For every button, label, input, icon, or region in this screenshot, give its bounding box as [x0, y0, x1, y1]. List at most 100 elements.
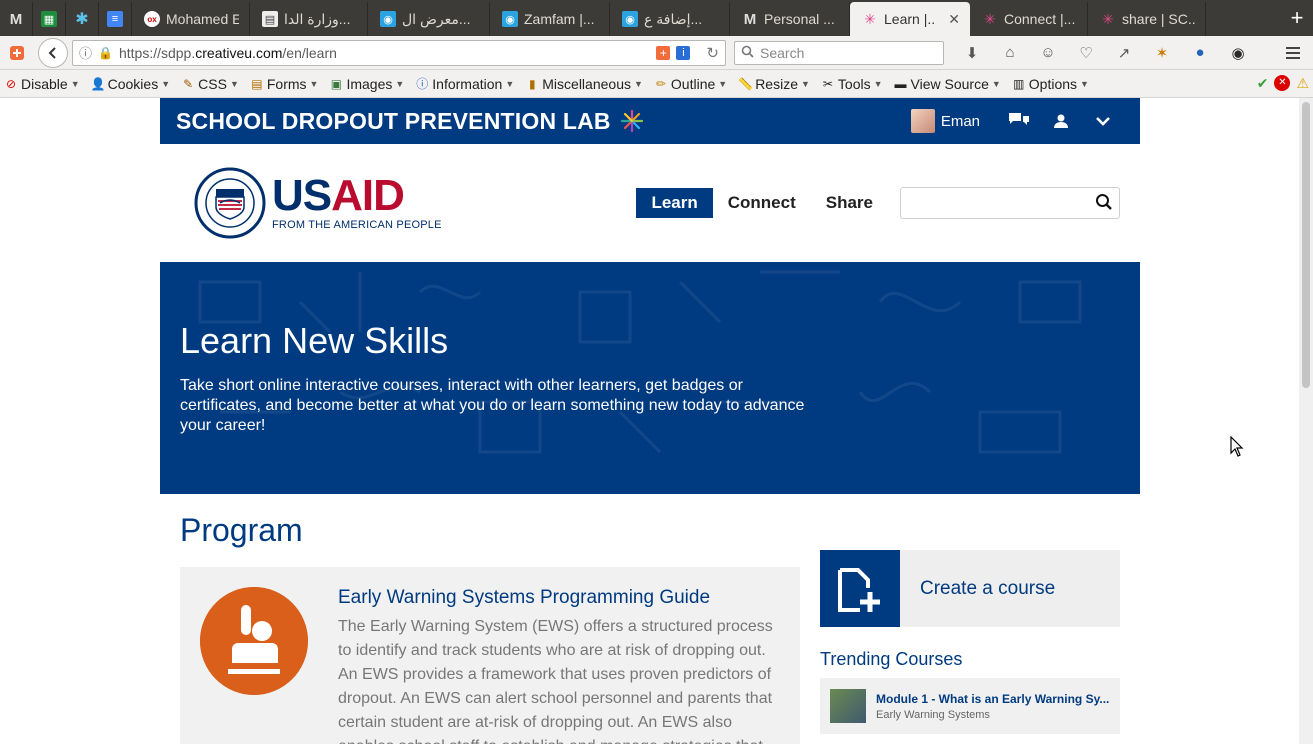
- dev-menu-view-source[interactable]: ▬ View Source ▼: [894, 76, 1001, 92]
- tab-pinned-asterisk[interactable]: ✱: [66, 2, 99, 36]
- nav-learn[interactable]: Learn: [636, 188, 713, 218]
- dev-menu-cookies[interactable]: 👤 Cookies ▼: [91, 76, 171, 92]
- gmail-icon: M: [743, 10, 757, 28]
- tab-title: Learn |...: [884, 11, 935, 27]
- hero-description: Take short online interactive courses, i…: [180, 377, 805, 434]
- tab-add[interactable]: ◉ إضافة ع...: [610, 2, 730, 36]
- chevron-down-icon: ▼: [1080, 78, 1089, 89]
- hamburger-menu-icon[interactable]: [1279, 39, 1307, 67]
- dev-menu-label: Tools: [837, 75, 871, 92]
- site-name[interactable]: SCHOOL DROPOUT PREVENTION LAB: [176, 108, 611, 135]
- dev-menu-tools[interactable]: ✂ Tools ▼: [821, 76, 883, 92]
- dev-menu-forms[interactable]: ▤ Forms ▼: [250, 76, 319, 92]
- new-tab-button[interactable]: +: [1281, 2, 1313, 36]
- url-scheme: https://sdpp.: [118, 44, 196, 61]
- chevron-down-icon: ▼: [505, 78, 515, 89]
- chevron-down-icon: ▼: [309, 78, 319, 89]
- logo-word-aid: AID: [331, 171, 405, 220]
- tab-ministry[interactable]: ▤ وزارة الدا...: [250, 2, 368, 36]
- wand-icon[interactable]: ↗: [1110, 40, 1138, 66]
- chevron-down-icon: ▼: [633, 78, 643, 89]
- dev-menu-disable[interactable]: ⊘ Disable ▼: [4, 76, 80, 92]
- chevron-down-icon: ▼: [718, 78, 728, 89]
- profile-icon[interactable]: [1040, 98, 1082, 144]
- gmail-icon: M: [9, 10, 23, 28]
- search-placeholder: Search: [760, 44, 805, 61]
- tab-exhibit[interactable]: ◉ معرض ال...: [368, 2, 490, 36]
- program-card-title[interactable]: Early Warning Systems Programming Guide: [338, 587, 778, 609]
- download-icon[interactable]: ⬇: [958, 40, 986, 66]
- tab-pinned-sheets[interactable]: ▦: [33, 2, 66, 36]
- tab-title: Personal ...: [764, 11, 835, 27]
- browser-search-input[interactable]: Search: [734, 40, 944, 65]
- main-content: Program Early Warning Systems Programmin…: [160, 494, 1140, 744]
- chevron-down-icon[interactable]: [1082, 98, 1124, 144]
- cookies-icon: 👤: [90, 76, 106, 91]
- error-icon[interactable]: ✕: [1274, 75, 1291, 91]
- dev-menu-resize[interactable]: 📏 Resize ▼: [738, 76, 810, 92]
- tab-learn[interactable]: ✳ Learn |... ✕: [850, 2, 970, 36]
- logo-word-us: US: [272, 171, 332, 220]
- program-card-description: The Early Warning System (EWS) offers a …: [338, 618, 773, 744]
- create-course-button[interactable]: Create a course: [820, 550, 1120, 627]
- url-domain: creativeu.com: [195, 44, 283, 61]
- dev-menu-images[interactable]: ▣ Images ▼: [329, 76, 405, 92]
- back-button[interactable]: [38, 37, 68, 68]
- reload-icon[interactable]: ↻: [706, 44, 719, 62]
- target-icon: ◉: [380, 11, 396, 27]
- tab-share[interactable]: ✳ share | SC...: [1088, 2, 1206, 36]
- burst-icon: ✳: [1102, 10, 1114, 27]
- addon-menu-icon[interactable]: [0, 39, 34, 67]
- user-menu[interactable]: Eman: [910, 109, 980, 133]
- nav-share[interactable]: Share: [811, 188, 888, 218]
- site-search-input[interactable]: [900, 187, 1120, 219]
- info-icon[interactable]: ⓘ: [79, 43, 92, 62]
- color-wheel-icon[interactable]: ◉: [1224, 40, 1252, 66]
- trending-course-item[interactable]: Module 1 - What is an Early Warning Sy..…: [820, 678, 1120, 734]
- chevron-down-icon: ▼: [991, 78, 1001, 89]
- pocket-icon[interactable]: ♡: [1072, 40, 1100, 66]
- dev-menu-information[interactable]: ⓘ Information ▼: [415, 75, 514, 92]
- website: SCHOOL DROPOUT PREVENTION LAB Eman USAID…: [160, 98, 1140, 744]
- search-icon: [741, 45, 754, 61]
- hero-title: Learn New Skills: [180, 320, 449, 361]
- tab-pinned-docs[interactable]: ≡: [99, 2, 132, 36]
- valid-check-icon[interactable]: ✔: [1257, 75, 1269, 92]
- scrollbar-thumb[interactable]: [1302, 102, 1310, 388]
- trending-course-name[interactable]: Module 1 - What is an Early Warning Sy..…: [876, 692, 1110, 706]
- burst-icon: ✳: [984, 10, 996, 27]
- page-scrollbar[interactable]: [1299, 98, 1313, 744]
- tab-pinned-gmail[interactable]: M: [0, 2, 33, 36]
- dev-menu-label: Resize: [755, 75, 798, 92]
- dev-menu-label: Options: [1028, 75, 1078, 92]
- program-card[interactable]: Early Warning Systems Programming Guide …: [180, 567, 800, 744]
- dev-menu-label: Information: [432, 75, 503, 92]
- dev-menu-miscellaneous[interactable]: ▮ Miscellaneous ▼: [525, 76, 643, 92]
- tab-title: Zamfam |...: [524, 11, 595, 27]
- usaid-logo[interactable]: USAID FROM THE AMERICAN PEOPLE: [194, 167, 442, 239]
- target-icon: ◉: [502, 11, 518, 27]
- smiley-icon[interactable]: ☺: [1034, 40, 1062, 66]
- outline-icon: ✏: [655, 76, 666, 91]
- dev-menu-css[interactable]: ✎ CSS ▼: [181, 76, 239, 92]
- information-icon: ⓘ: [416, 77, 429, 91]
- info-addon-icon[interactable]: i: [676, 45, 691, 60]
- dev-menu-outline[interactable]: ✏ Outline ▼: [654, 76, 727, 92]
- warning-icon[interactable]: ⚠: [1296, 75, 1309, 92]
- tab-connect[interactable]: ✳ Connect |...: [970, 2, 1088, 36]
- tab-zamfam[interactable]: ◉ Zamfam |...: [490, 2, 610, 36]
- home-icon[interactable]: ⌂: [996, 40, 1024, 66]
- nav-connect[interactable]: Connect: [713, 188, 811, 218]
- raised-hand-icon: [200, 587, 308, 695]
- globe-icon[interactable]: ●: [1186, 40, 1214, 66]
- messages-icon[interactable]: [998, 98, 1040, 144]
- gear-addon-icon[interactable]: ✶: [1148, 40, 1176, 66]
- tab-mohamed[interactable]: ox Mohamed El...: [132, 2, 250, 36]
- trending-courses-heading: Trending Courses: [820, 649, 963, 669]
- url-bar[interactable]: ⓘ 🔒 https://sdpp.creativeu.com/en/learn …: [72, 39, 726, 66]
- plus-addon-icon[interactable]: +: [656, 45, 671, 60]
- search-icon[interactable]: [1095, 193, 1113, 214]
- dev-menu-options[interactable]: ▥ Options ▼: [1012, 76, 1089, 92]
- tab-personal[interactable]: M Personal ...: [730, 2, 850, 36]
- close-tab-icon[interactable]: ✕: [948, 11, 960, 28]
